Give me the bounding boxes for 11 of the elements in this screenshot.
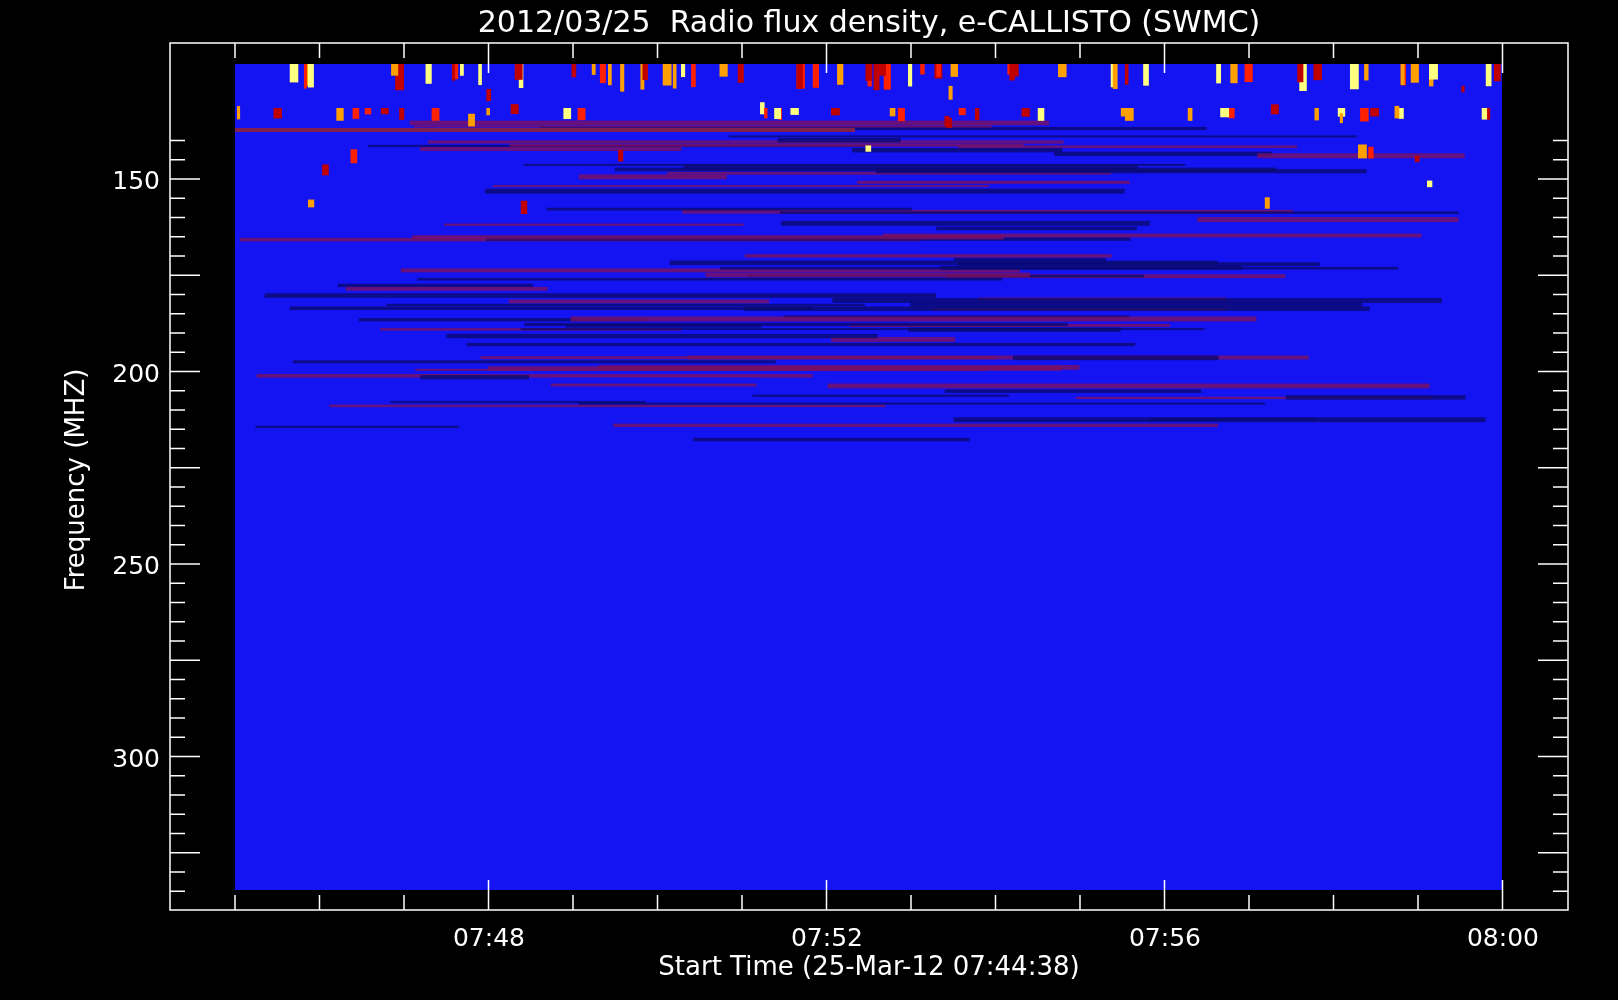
y-tick-label: 300 <box>112 743 160 773</box>
x-tick-label: 07:48 <box>453 923 525 952</box>
chart-title: 2012/03/25 Radio flux density, e-CALLISTO (SWMC) <box>477 4 1261 39</box>
x-tick-label: 08:00 <box>1467 923 1539 952</box>
y-tick-label: 250 <box>112 551 160 580</box>
y-tick-label: 150 <box>112 166 160 195</box>
y-tick-label: 200 <box>112 358 160 388</box>
x-tick-label: 07:56 <box>1129 923 1201 952</box>
x-tick-label: 07:52 <box>791 923 863 952</box>
x-axis-title: Start Time (25-Mar-12 07:44:38) <box>658 951 1080 981</box>
y-axis-title: Frequency (MHZ) <box>60 368 90 592</box>
